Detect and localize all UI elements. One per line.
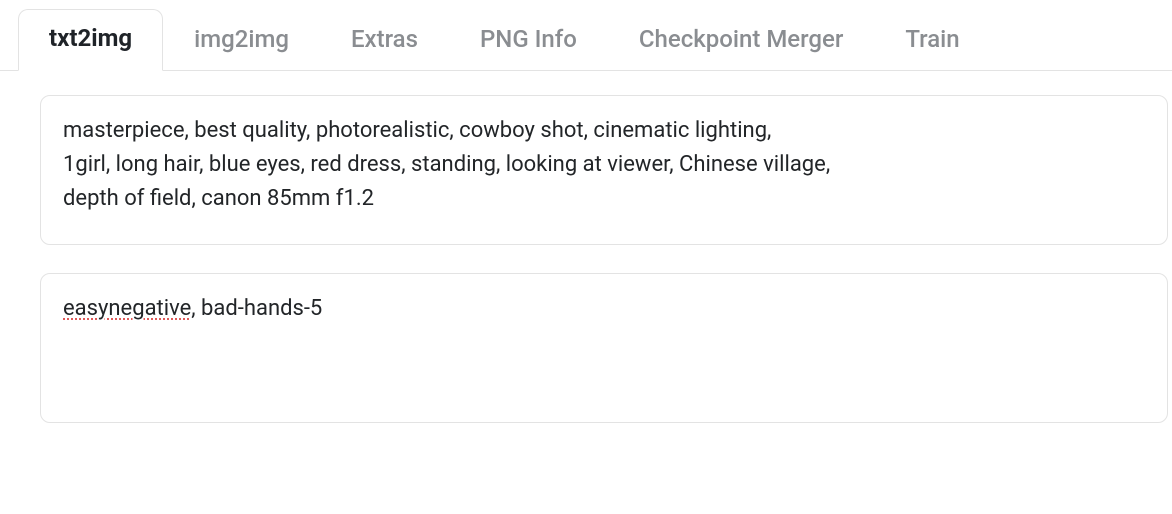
tabs-bar: txt2img img2img Extras PNG Info Checkpoi… [0, 0, 1172, 71]
negative-prompt-input[interactable]: easynegative, bad-hands-5 [40, 273, 1168, 423]
positive-prompt-input[interactable]: masterpiece, best quality, photorealisti… [40, 95, 1168, 245]
tab-img2img[interactable]: img2img [163, 10, 320, 71]
negative-prompt-rest: , bad-hands-5 [191, 296, 322, 321]
tab-txt2img[interactable]: txt2img [18, 9, 163, 71]
tab-train[interactable]: Train [874, 10, 990, 71]
negative-prompt-word-spellerror: easynegative [63, 296, 191, 321]
tab-extras[interactable]: Extras [320, 10, 449, 71]
tab-checkpoint-merger[interactable]: Checkpoint Merger [608, 10, 875, 71]
tab-pnginfo[interactable]: PNG Info [449, 10, 608, 71]
content-area: masterpiece, best quality, photorealisti… [0, 71, 1172, 423]
